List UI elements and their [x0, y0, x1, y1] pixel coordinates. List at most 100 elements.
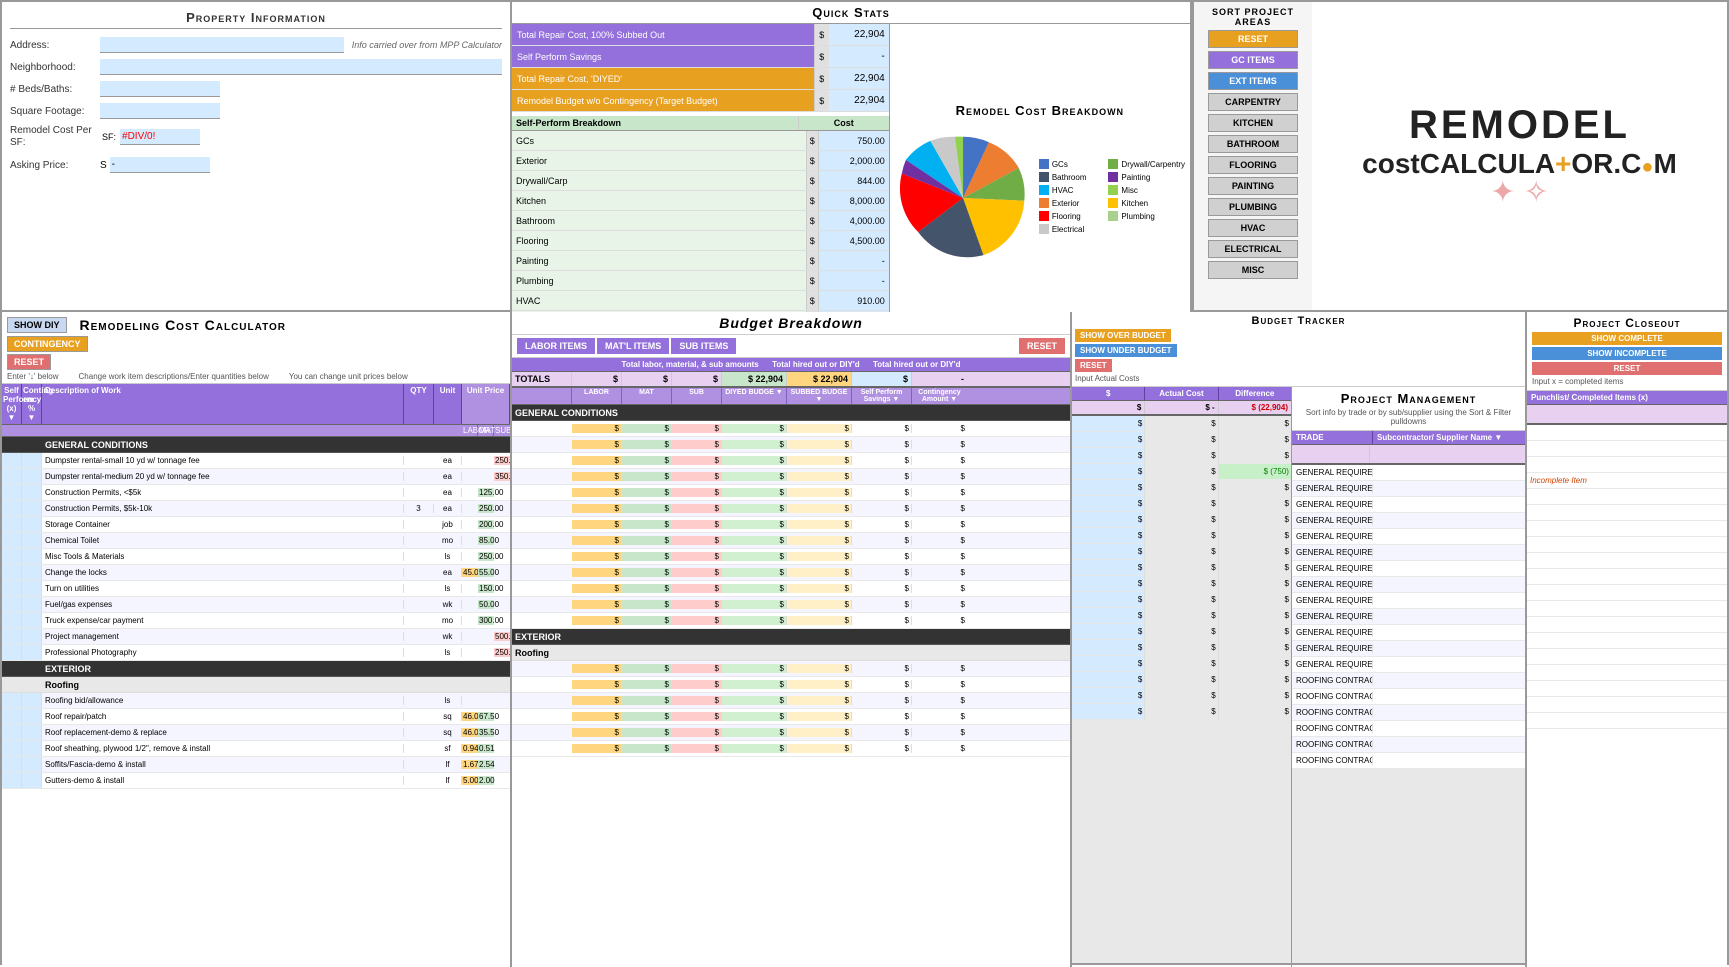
contingency-cell[interactable]	[22, 773, 42, 788]
mat-cell[interactable]: 67.50	[478, 712, 494, 721]
mat-cell[interactable]: 50.00	[478, 600, 494, 609]
mat-cell[interactable]: 2.54	[478, 760, 494, 769]
mat-cell[interactable]: 85.00	[478, 536, 494, 545]
self-perform-cell[interactable]	[2, 757, 22, 772]
gc-items-button[interactable]: GC ITEMS	[1208, 51, 1298, 69]
show-incomplete-button[interactable]: SHOW INCOMPLETE	[1532, 347, 1722, 360]
labor-cell[interactable]: 46.00	[462, 712, 478, 721]
bathroom-button[interactable]: BATHROOM	[1208, 135, 1298, 153]
bt-reset-button[interactable]: RESET	[1075, 359, 1112, 372]
mat-cell[interactable]: 125.00	[478, 488, 494, 497]
flooring-button[interactable]: FLOORING	[1208, 156, 1298, 174]
show-over-budget-button[interactable]: SHOW OVER BUDGET	[1075, 329, 1171, 342]
self-perform-cell[interactable]	[2, 549, 22, 564]
bt-actual-cell[interactable]: $	[1145, 640, 1218, 655]
contingency-cell[interactable]	[22, 517, 42, 532]
bb-reset-tab[interactable]: RESET	[1019, 338, 1065, 354]
rcc-reset-button[interactable]: RESET	[7, 354, 51, 370]
ext-items-button[interactable]: EXT ITEMS	[1208, 72, 1298, 90]
show-under-budget-button[interactable]: SHOW UNDER BUDGET	[1075, 344, 1177, 357]
contingency-cell[interactable]	[22, 549, 42, 564]
labor-cell[interactable]: 45.00	[462, 568, 478, 577]
bt-actual-cell[interactable]: $	[1145, 688, 1218, 703]
mat-cell[interactable]: 0.51	[478, 744, 494, 753]
self-perform-cell[interactable]	[2, 597, 22, 612]
mat-cell[interactable]: 55.00	[478, 568, 494, 577]
bt-actual-cell[interactable]: $	[1145, 528, 1218, 543]
mat-cell[interactable]: 200.00	[478, 520, 494, 529]
self-perform-cell[interactable]	[2, 469, 22, 484]
contingency-cell[interactable]	[22, 741, 42, 756]
sub-cell[interactable]: 250.00	[494, 456, 510, 465]
show-diy-button[interactable]: SHOW DIY	[7, 317, 67, 333]
contingency-cell[interactable]	[22, 453, 42, 468]
electrical-button[interactable]: ELECTRICAL	[1208, 240, 1298, 258]
bt-actual-cell[interactable]: $	[1145, 544, 1218, 559]
bt-actual-cell[interactable]: $	[1145, 448, 1218, 463]
self-perform-cell[interactable]	[2, 533, 22, 548]
bt-actual-cell[interactable]: $	[1145, 704, 1218, 719]
bt-actual-cell[interactable]: $	[1145, 432, 1218, 447]
mat-cell[interactable]: 300.00	[478, 616, 494, 625]
mat-cell[interactable]: 150.00	[478, 584, 494, 593]
sq-footage-input[interactable]	[100, 103, 220, 119]
show-complete-button[interactable]: SHOW COMPLETE	[1532, 332, 1722, 345]
bt-actual-cell[interactable]: $	[1145, 576, 1218, 591]
contingency-cell[interactable]	[22, 693, 42, 708]
contingency-cell[interactable]	[22, 485, 42, 500]
asking-price-input[interactable]	[110, 157, 210, 173]
bt-actual-cell[interactable]: $	[1145, 416, 1218, 431]
address-input[interactable]	[100, 37, 344, 53]
pc-item-cell[interactable]: Incomplete Item	[1527, 476, 1727, 485]
self-perform-cell[interactable]	[2, 501, 22, 516]
contingency-cell[interactable]	[22, 597, 42, 612]
mat-cell[interactable]: 250.00	[478, 504, 494, 513]
bt-actual-cell[interactable]: $	[1145, 480, 1218, 495]
sub-cell[interactable]: 500.00	[494, 632, 510, 641]
mat-cell[interactable]: 35.50	[478, 728, 494, 737]
bt-actual-cell[interactable]: $	[1145, 624, 1218, 639]
remodel-cost-input[interactable]	[120, 129, 200, 145]
sub-items-tab[interactable]: SUB ITEMS	[671, 338, 736, 354]
neighborhood-input[interactable]	[100, 59, 502, 75]
bt-actual-cell[interactable]: $	[1145, 656, 1218, 671]
bt-actual-cell[interactable]: $	[1145, 560, 1218, 575]
carpentry-button[interactable]: CARPENTRY	[1208, 93, 1298, 111]
labor-cell[interactable]: 5.00	[462, 776, 478, 785]
contingency-cell[interactable]	[22, 469, 42, 484]
mat-cell[interactable]: 2.00	[478, 776, 494, 785]
self-perform-cell[interactable]	[2, 693, 22, 708]
qty-cell[interactable]: 3	[404, 504, 434, 513]
bt-actual-cell[interactable]: $	[1145, 464, 1218, 479]
contingency-cell[interactable]	[22, 709, 42, 724]
hvac-button[interactable]: HVAC	[1208, 219, 1298, 237]
labor-cell[interactable]: 1.67	[462, 760, 478, 769]
self-perform-cell[interactable]	[2, 485, 22, 500]
painting-button[interactable]: PAINTING	[1208, 177, 1298, 195]
mat-cell[interactable]: 250.00	[478, 552, 494, 561]
bt-actual-cell[interactable]: $	[1145, 512, 1218, 527]
reset-sort-button[interactable]: RESET	[1208, 30, 1298, 48]
plumbing-button[interactable]: PLUMBING	[1208, 198, 1298, 216]
labor-items-tab[interactable]: LABOR ITEMS	[517, 338, 595, 354]
self-perform-cell[interactable]	[2, 645, 22, 660]
matl-items-tab[interactable]: MAT'L ITEMS	[597, 338, 669, 354]
bt-actual-cell[interactable]: $	[1145, 672, 1218, 687]
self-perform-cell[interactable]	[2, 741, 22, 756]
pc-reset-button[interactable]: RESET	[1532, 362, 1722, 375]
self-perform-cell[interactable]	[2, 581, 22, 596]
self-perform-cell[interactable]	[2, 613, 22, 628]
contingency-cell[interactable]	[22, 629, 42, 644]
contingency-cell[interactable]	[22, 565, 42, 580]
self-perform-cell[interactable]	[2, 773, 22, 788]
misc-button[interactable]: MISC	[1208, 261, 1298, 279]
contingency-cell[interactable]	[22, 581, 42, 596]
self-perform-cell[interactable]	[2, 629, 22, 644]
self-perform-cell[interactable]	[2, 709, 22, 724]
contingency-cell[interactable]	[22, 533, 42, 548]
labor-cell[interactable]: 0.94	[462, 744, 478, 753]
contingency-cell[interactable]	[22, 757, 42, 772]
bt-actual-cell[interactable]: $	[1145, 496, 1218, 511]
self-perform-cell[interactable]	[2, 453, 22, 468]
contingency-cell[interactable]	[22, 501, 42, 516]
